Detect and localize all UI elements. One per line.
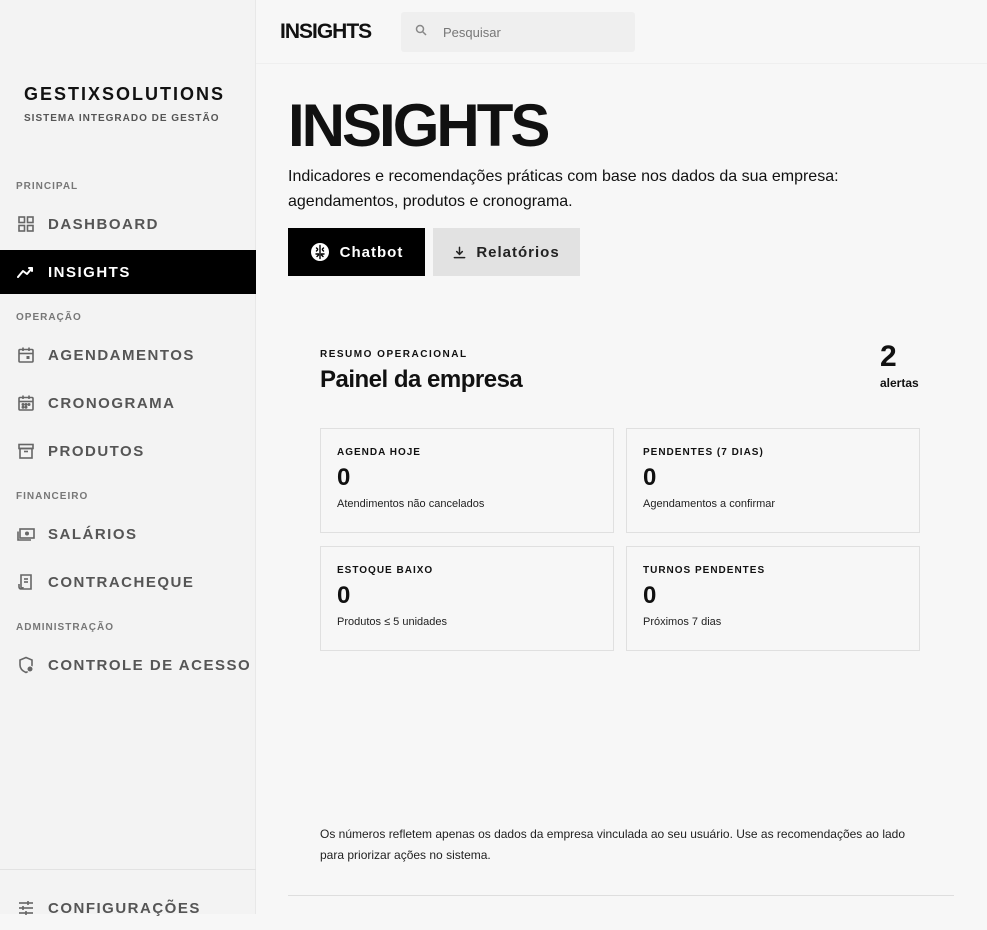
stat-card-subtext: Produtos ≤ 5 unidades [337, 616, 447, 628]
sidebar-item-configuracoes[interactable]: CONFIGURAÇÕES [0, 886, 256, 930]
trending-icon [16, 262, 36, 282]
stat-card-value: 0 [337, 582, 351, 609]
sidebar-item-label: SALÁRIOS [48, 525, 138, 543]
sidebar-item-label: DASHBOARD [48, 215, 159, 233]
section-label-administracao: ADMINISTRAÇÃO [16, 622, 114, 633]
search-input[interactable] [443, 24, 613, 40]
section-label-principal: PRINCIPAL [16, 181, 79, 192]
money-icon [16, 524, 36, 544]
archive-icon [16, 441, 36, 461]
stat-card-turnos-pendentes: TURNOS PENDENTES 0 Próximos 7 dias [626, 546, 920, 651]
sidebar-item-dashboard[interactable]: DASHBOARD [0, 202, 256, 246]
stat-card-subtext: Agendamentos a confirmar [643, 498, 776, 510]
alerts-label: alertas [880, 376, 919, 390]
reports-button[interactable]: Relatórios [433, 228, 580, 276]
topbar: INSIGHTS [256, 0, 987, 64]
sidebar: GESTIXSOLUTIONS SISTEMA INTEGRADO DE GES… [0, 0, 256, 917]
reports-button-label: Relatórios [476, 243, 560, 261]
stat-card-subtext: Atendimentos não cancelados [337, 498, 485, 510]
chatbot-button[interactable]: Chatbot [288, 228, 425, 276]
sidebar-item-cronograma[interactable]: CRONOGRAMA [0, 381, 256, 425]
stat-card-label: PENDENTES (7 DIAS) [643, 447, 764, 458]
sliders-icon [16, 898, 36, 918]
sidebar-item-label: CRONOGRAMA [48, 394, 176, 412]
page-title: INSIGHTS [288, 92, 550, 159]
sidebar-item-contracheque[interactable]: CONTRACHEQUE [0, 560, 256, 604]
stat-card-subtext: Próximos 7 dias [643, 616, 722, 628]
search-icon [415, 23, 427, 41]
page-description: Indicadores e recomendações práticas com… [288, 168, 839, 210]
calendar-check-icon [16, 345, 36, 365]
stat-card-label: TURNOS PENDENTES [643, 565, 766, 576]
shield-lock-icon [16, 655, 36, 675]
footnote: Os números refletem apenas os dados da e… [320, 827, 906, 862]
stat-card-pendentes: PENDENTES (7 DIAS) 0 Agendamentos a conf… [626, 428, 920, 533]
sidebar-item-label: AGENDAMENTOS [48, 346, 195, 364]
brain-icon [310, 242, 330, 262]
sidebar-item-salarios[interactable]: SALÁRIOS [0, 512, 256, 556]
download-icon [453, 246, 466, 259]
panel-kicker: RESUMO OPERACIONAL [320, 349, 468, 360]
sidebar-item-controle-de-acesso[interactable]: CONTROLE DE ACESSO [0, 643, 256, 687]
section-label-financeiro: FINANCEIRO [16, 491, 89, 502]
receipt-icon [16, 572, 36, 592]
sidebar-item-produtos[interactable]: PRODUTOS [0, 429, 256, 473]
brand-name: GESTIXSOLUTIONS [24, 84, 226, 104]
stat-card-value: 0 [643, 582, 657, 609]
grid-icon [16, 214, 36, 234]
sidebar-item-insights[interactable]: INSIGHTS [0, 250, 256, 294]
stat-card-label: ESTOQUE BAIXO [337, 565, 434, 576]
brand-subtitle: SISTEMA INTEGRADO DE GESTÃO [24, 113, 220, 124]
topbar-title: INSIGHTS [280, 20, 372, 43]
sidebar-item-label: INSIGHTS [48, 263, 131, 281]
stat-card-estoque-baixo: ESTOQUE BAIXO 0 Produtos ≤ 5 unidades [320, 546, 614, 651]
alerts-count: 2 [880, 340, 897, 373]
sidebar-item-label: CONTROLE DE ACESSO [48, 656, 252, 674]
section-label-operacao: OPERAÇÃO [16, 312, 82, 323]
sidebar-item-agendamentos[interactable]: AGENDAMENTOS [0, 333, 256, 377]
calendar-icon [16, 393, 36, 413]
stat-card-value: 0 [643, 464, 657, 491]
divider [288, 895, 954, 896]
panel-title: Painel da empresa [320, 366, 523, 393]
stat-card-label: AGENDA HOJE [337, 447, 421, 458]
stat-card-agenda-hoje: AGENDA HOJE 0 Atendimentos não cancelado… [320, 428, 614, 533]
chatbot-button-label: Chatbot [339, 243, 404, 261]
brand: GESTIXSOLUTIONS SISTEMA INTEGRADO DE GES… [24, 84, 225, 124]
sidebar-footer: CONFIGURAÇÕES [0, 869, 256, 917]
sidebar-item-label: PRODUTOS [48, 442, 145, 460]
search-box[interactable] [401, 12, 635, 52]
stat-card-value: 0 [337, 464, 351, 491]
main-content: INSIGHTS Indicadores e recomendações prá… [256, 64, 987, 914]
sidebar-item-label: CONTRACHEQUE [48, 573, 195, 591]
